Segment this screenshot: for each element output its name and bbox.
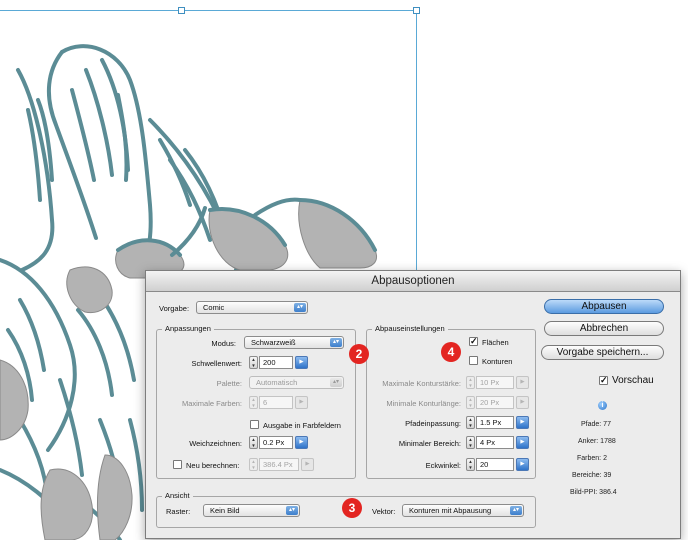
slider-dropdown-icon[interactable]: ▶ [295, 396, 308, 409]
callout-badge: 4 [441, 342, 461, 362]
preview-checkbox[interactable]: ✓ [599, 376, 608, 385]
raster-select[interactable]: Kein Bild ▴▾ [203, 504, 300, 517]
slider-dropdown-icon[interactable]: ▶ [301, 458, 314, 471]
select-arrows-icon: ▴▾ [286, 506, 298, 515]
slider-dropdown-icon[interactable]: ▶ [516, 458, 529, 471]
resample-field[interactable]: ▲ ▼ 386.4 Px ▶ [249, 458, 315, 471]
threshold-field[interactable]: ▲ ▼ 200 ▶ [249, 356, 309, 369]
stepper-icon[interactable]: ▲ ▼ [466, 376, 475, 389]
areas-stat: Bereiche: 39 [572, 472, 612, 479]
blur-label: Weichzeichnen: [189, 439, 242, 448]
select-arrows-icon: ▴▾ [330, 378, 342, 387]
threshold-input[interactable]: 200 [259, 356, 293, 369]
save-preset-button[interactable]: Vorgabe speichern... [541, 345, 664, 360]
threshold-label: Schwellenwert: [191, 359, 242, 368]
palette-select[interactable]: Automatisch ▴▾ [249, 376, 344, 389]
mode-select-value: Schwarzweiß [251, 338, 296, 347]
select-arrows-icon: ▴▾ [330, 338, 342, 347]
vector-select-value: Konturen mit Abpausung [409, 506, 492, 515]
vector-select[interactable]: Konturen mit Abpausung ▴▾ [402, 504, 524, 517]
output-swatches-checkbox[interactable] [250, 420, 259, 429]
slider-dropdown-icon[interactable]: ▶ [295, 436, 308, 449]
path-fitting-label: Pfadeinpassung: [405, 419, 461, 428]
callout-badge: 3 [342, 498, 362, 518]
min-area-label: Minimaler Bereich: [398, 439, 461, 448]
select-arrows-icon: ▴▾ [294, 303, 306, 312]
mode-label: Modus: [211, 339, 236, 348]
preset-label: Vorgabe: [159, 304, 190, 313]
path-fitting-input[interactable]: 1.5 Px [476, 416, 514, 429]
preset-select-value: Comic [203, 303, 225, 312]
preset-select[interactable]: Comic ▴▾ [196, 301, 308, 314]
min-stroke-length-label: Minimale Konturlänge: [386, 399, 461, 408]
select-arrows-icon: ▴▾ [510, 506, 522, 515]
resample-input[interactable]: 386.4 Px [259, 458, 299, 471]
info-icon: i [598, 401, 607, 410]
path-fitting-field[interactable]: ▲ ▼ 1.5 Px ▶ [466, 416, 530, 429]
callout-badge: 2 [349, 344, 369, 364]
vector-label: Vektor: [372, 507, 396, 516]
stepper-icon[interactable]: ▲ ▼ [249, 396, 258, 409]
max-colors-field[interactable]: ▲ ▼ 6 ▶ [249, 396, 309, 409]
tracing-options-dialog: Abpausoptionen Vorgabe: Comic ▴▾ Anpassu… [145, 270, 681, 539]
blur-input[interactable]: 0.2 Px [259, 436, 293, 449]
stepper-icon[interactable]: ▲ ▼ [249, 356, 258, 369]
resample-label[interactable]: Neu berechnen: [186, 461, 239, 470]
raster-label: Raster: [166, 507, 191, 516]
image-ppi-stat: Bild-PPI: 386.4 [570, 489, 617, 496]
adjustments-group-title: Anpassungen [162, 324, 214, 333]
blur-field[interactable]: ▲ ▼ 0.2 Px ▶ [249, 436, 309, 449]
palette-select-value: Automatisch [256, 378, 298, 387]
strokes-label[interactable]: Konturen [482, 357, 512, 366]
fills-checkbox[interactable]: ✓ [469, 337, 478, 346]
corner-angle-field[interactable]: ▲ ▼ 20 ▶ [466, 458, 530, 471]
stepper-icon[interactable]: ▲ ▼ [249, 436, 258, 449]
dialog-title[interactable]: Abpausoptionen [146, 271, 680, 292]
corner-angle-input[interactable]: 20 [476, 458, 514, 471]
stepper-icon[interactable]: ▲ ▼ [249, 458, 258, 471]
min-stroke-length-input[interactable]: 20 Px [476, 396, 514, 409]
preview-label[interactable]: Vorschau [612, 375, 654, 386]
colors-stat: Farben: 2 [577, 455, 607, 462]
mode-select[interactable]: Schwarzweiß ▴▾ [244, 336, 344, 349]
max-colors-input[interactable]: 6 [259, 396, 293, 409]
fills-label[interactable]: Flächen [482, 338, 509, 347]
slider-dropdown-icon[interactable]: ▶ [516, 376, 529, 389]
slider-dropdown-icon[interactable]: ▶ [516, 416, 529, 429]
raster-select-value: Kein Bild [210, 506, 240, 515]
anchors-stat: Anker: 1788 [578, 438, 616, 445]
output-swatches-label[interactable]: Ausgabe in Farbfeldern [263, 421, 341, 430]
strokes-checkbox[interactable] [469, 356, 478, 365]
paths-stat: Pfade: 77 [581, 421, 611, 428]
min-area-input[interactable]: 4 Px [476, 436, 514, 449]
resample-checkbox[interactable] [173, 460, 182, 469]
max-stroke-weight-input[interactable]: 10 Px [476, 376, 514, 389]
min-stroke-length-field[interactable]: ▲ ▼ 20 Px ▶ [466, 396, 530, 409]
stepper-icon[interactable]: ▲ ▼ [466, 416, 475, 429]
corner-angle-label: Eckwinkel: [425, 461, 461, 470]
stepper-icon[interactable]: ▲ ▼ [466, 458, 475, 471]
max-stroke-weight-field[interactable]: ▲ ▼ 10 Px ▶ [466, 376, 530, 389]
max-stroke-weight-label: Maximale Konturstärke: [382, 379, 461, 388]
stepper-icon[interactable]: ▲ ▼ [466, 436, 475, 449]
view-group-title: Ansicht [162, 491, 193, 500]
palette-label: Palette: [216, 379, 242, 388]
trace-button[interactable]: Abpausen [544, 299, 664, 314]
min-area-field[interactable]: ▲ ▼ 4 Px ▶ [466, 436, 530, 449]
cancel-button[interactable]: Abbrechen [544, 321, 664, 336]
slider-dropdown-icon[interactable]: ▶ [516, 436, 529, 449]
stepper-icon[interactable]: ▲ ▼ [466, 396, 475, 409]
trace-settings-group-title: Abpauseinstellungen [372, 324, 448, 333]
max-colors-label: Maximale Farben: [181, 399, 242, 408]
slider-dropdown-icon[interactable]: ▶ [516, 396, 529, 409]
slider-dropdown-icon[interactable]: ▶ [295, 356, 308, 369]
